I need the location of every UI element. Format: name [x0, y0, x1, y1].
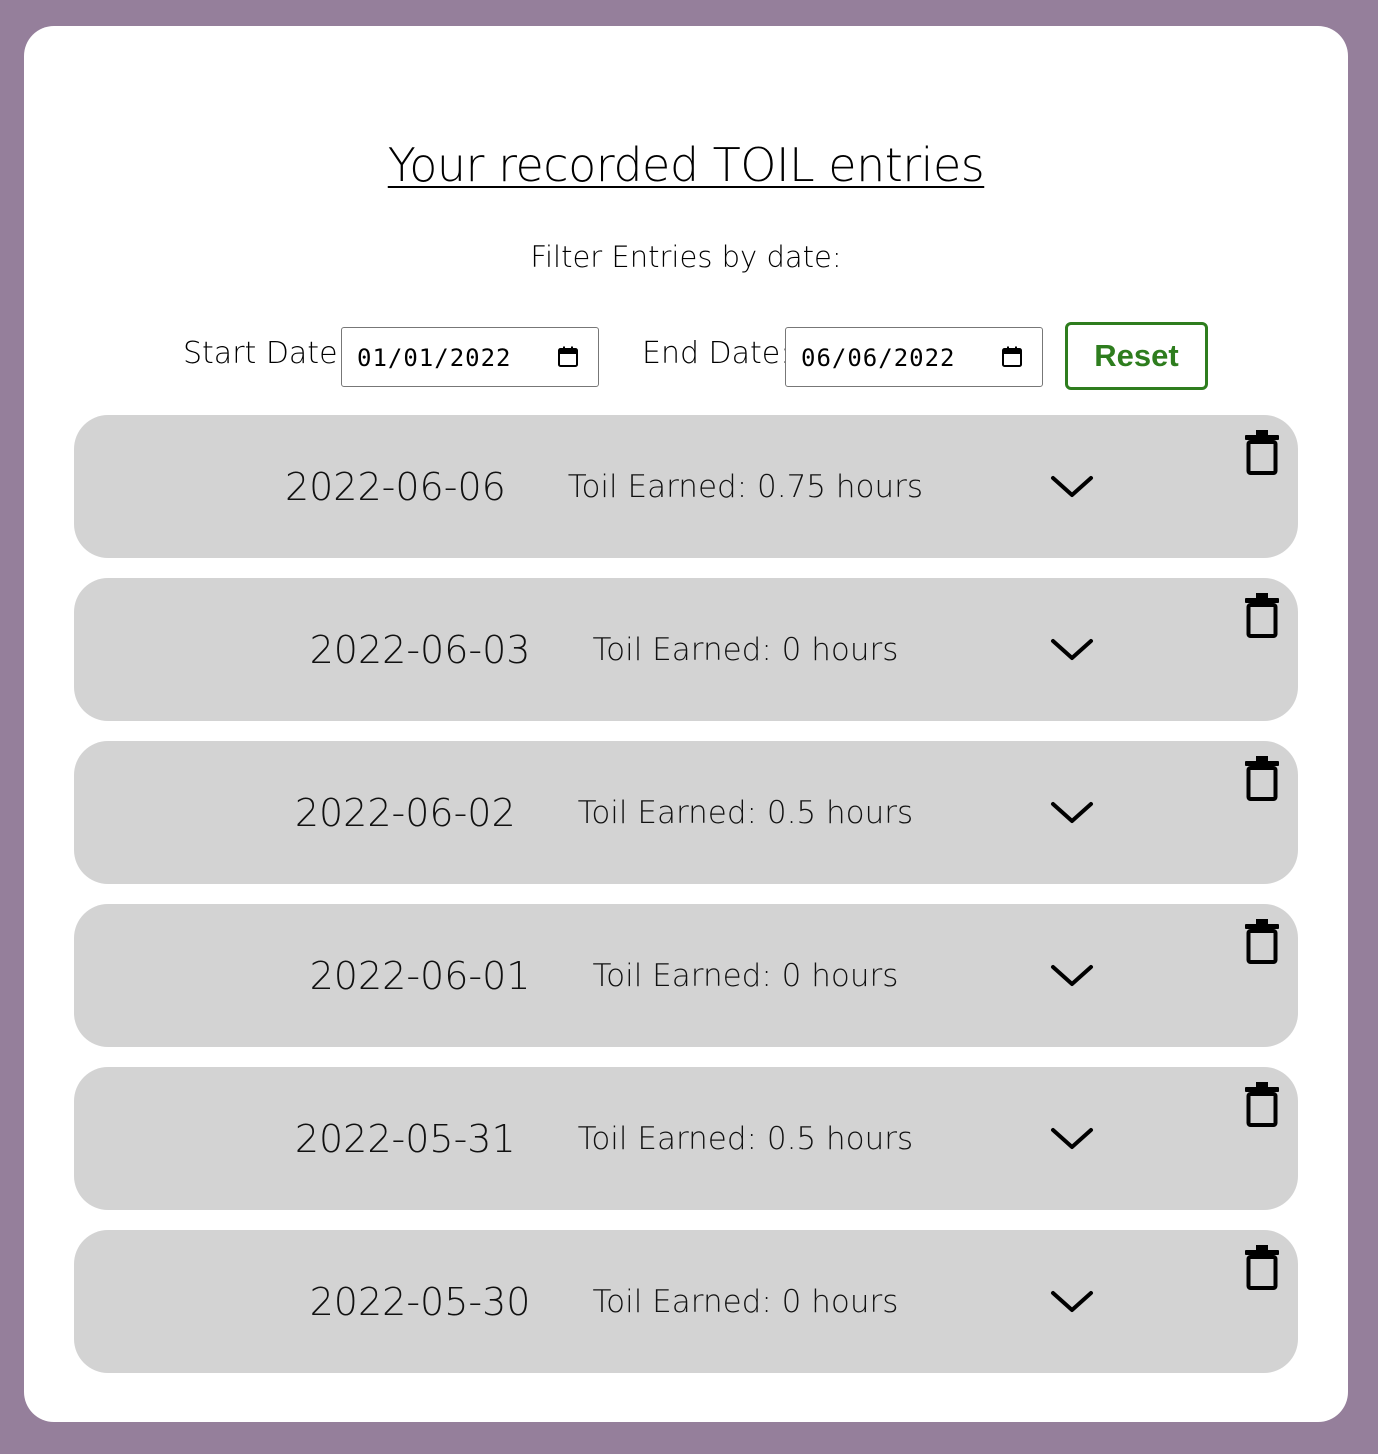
entry-summary: 2022-06-02 Toil Earned: 0.5 hours	[74, 741, 1134, 884]
chevron-down-icon[interactable]	[1049, 960, 1095, 990]
list-item: 2022-06-01 Toil Earned: 0 hours	[74, 904, 1298, 1047]
start-date-label: Start Date:	[183, 336, 348, 371]
entry-summary: 2022-06-03 Toil Earned: 0 hours	[74, 578, 1134, 721]
entry-date: 2022-06-03	[309, 627, 531, 672]
trash-icon[interactable]	[1244, 592, 1280, 638]
end-date-value: 06/06/2022	[801, 344, 956, 372]
entry-toil-earned: Toil Earned: 0.5 hours	[577, 794, 914, 831]
entry-date: 2022-06-01	[309, 953, 531, 998]
chevron-down-icon[interactable]	[1049, 634, 1095, 664]
entry-date: 2022-06-02	[294, 790, 516, 835]
calendar-icon[interactable]	[1000, 345, 1024, 369]
entry-toil-earned: Toil Earned: 0 hours	[592, 1283, 899, 1320]
end-date-input[interactable]: 06/06/2022	[785, 327, 1043, 387]
entry-date: 2022-05-31	[294, 1116, 516, 1161]
end-date-label: End Date:	[642, 336, 791, 371]
list-item: 2022-05-30 Toil Earned: 0 hours	[74, 1230, 1298, 1373]
chevron-down-icon[interactable]	[1049, 471, 1095, 501]
entry-list: 2022-06-06 Toil Earned: 0.75 hours 2022-…	[74, 415, 1298, 1393]
chevron-down-icon[interactable]	[1049, 1123, 1095, 1153]
entry-summary: 2022-05-30 Toil Earned: 0 hours	[74, 1230, 1134, 1373]
entry-date: 2022-06-06	[284, 464, 506, 509]
entry-toil-earned: Toil Earned: 0 hours	[592, 957, 899, 994]
filter-label: Filter Entries by date:	[530, 240, 842, 274]
trash-icon[interactable]	[1244, 1081, 1280, 1127]
entry-toil-earned: Toil Earned: 0.5 hours	[577, 1120, 914, 1157]
trash-icon[interactable]	[1244, 918, 1280, 964]
entry-summary: 2022-06-01 Toil Earned: 0 hours	[74, 904, 1134, 1047]
entry-summary: 2022-06-06 Toil Earned: 0.75 hours	[74, 415, 1134, 558]
entry-toil-earned: Toil Earned: 0.75 hours	[567, 468, 924, 505]
date-filter: Start Date: 01/01/2022 End Date: 06/06/2…	[24, 322, 1348, 390]
trash-icon[interactable]	[1244, 429, 1280, 475]
list-item: 2022-06-06 Toil Earned: 0.75 hours	[74, 415, 1298, 558]
trash-icon[interactable]	[1244, 1244, 1280, 1290]
list-item: 2022-05-31 Toil Earned: 0.5 hours	[74, 1067, 1298, 1210]
entry-toil-earned: Toil Earned: 0 hours	[592, 631, 899, 668]
chevron-down-icon[interactable]	[1049, 797, 1095, 827]
calendar-icon[interactable]	[556, 345, 580, 369]
list-item: 2022-06-02 Toil Earned: 0.5 hours	[74, 741, 1298, 884]
page-title: Your recorded TOIL entries	[387, 138, 985, 192]
main-card: Your recorded TOIL entries Filter Entrie…	[24, 26, 1348, 1422]
entry-summary: 2022-05-31 Toil Earned: 0.5 hours	[74, 1067, 1134, 1210]
start-date-value: 01/01/2022	[357, 344, 512, 372]
chevron-down-icon[interactable]	[1049, 1286, 1095, 1316]
start-date-input[interactable]: 01/01/2022	[341, 327, 599, 387]
reset-button[interactable]: Reset	[1065, 322, 1208, 390]
list-item: 2022-06-03 Toil Earned: 0 hours	[74, 578, 1298, 721]
trash-icon[interactable]	[1244, 755, 1280, 801]
entry-date: 2022-05-30	[309, 1279, 531, 1324]
